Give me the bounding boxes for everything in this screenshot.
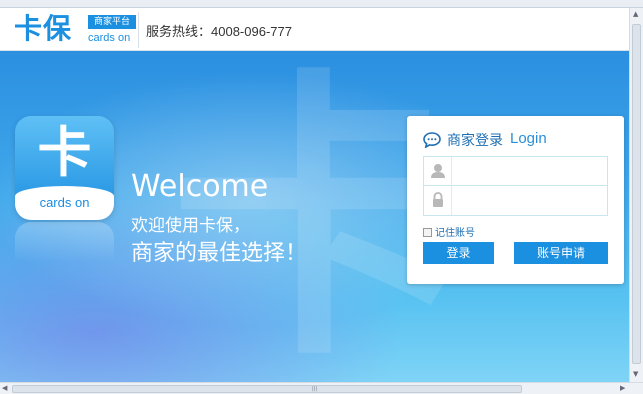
scroll-up-arrow-icon[interactable]: ▲ [633,10,638,18]
slogan-line1: 欢迎使用卡保， [131,216,250,236]
scroll-grip-icon: ||| [312,386,318,392]
browser-viewport: 卡保 商家平台 cards on 服务热线：4008-096-777 卡 卡 c… [0,0,643,394]
slogan-line2: 商家的最佳选择！ [131,241,308,266]
user-icon [424,157,452,186]
hero-banner: 卡 卡 cards on Welcome 欢迎使用卡保， 商家的最佳选择！ 商家… [0,51,629,382]
scroll-right-arrow-icon[interactable]: ▶ [620,384,625,392]
username-row [424,157,607,186]
username-input[interactable] [454,160,604,182]
chat-bubble-icon [423,132,441,148]
app-icon-char: 卡 [37,121,92,184]
site-header: 卡保 商家平台 cards on 服务热线：4008-096-777 [0,8,629,51]
logo-sub-text: cards on [88,32,131,44]
site-logo[interactable]: 卡保 商家平台 cards on [14,12,136,48]
header-divider [138,12,139,48]
horizontal-scroll-thumb[interactable] [12,385,522,393]
remember-account[interactable]: 记住账号 [423,224,475,239]
password-row [424,186,607,215]
password-input[interactable] [454,189,604,211]
app-icon: 卡 cards on [15,116,114,220]
login-button[interactable]: 登录 [423,242,494,264]
welcome-heading: Welcome [131,169,269,204]
horizontal-scrollbar[interactable]: ◀ ||| ▶ [0,382,643,394]
logo-main-text: 卡保 [14,12,73,45]
vertical-scroll-thumb[interactable] [632,24,641,364]
remember-label: 记住账号 [435,228,475,239]
vertical-scrollbar[interactable]: ▲ ▼ [629,8,643,382]
app-icon-reflection [15,222,114,262]
lock-icon [424,186,452,215]
login-title-en: Login [510,130,547,147]
remember-checkbox[interactable] [423,228,432,237]
apply-account-button[interactable]: 账号申请 [514,242,608,264]
app-icon-text: cards on [39,195,90,210]
scroll-down-arrow-icon[interactable]: ▼ [633,370,638,378]
service-hotline: 服务热线：4008-096-777 [146,24,292,39]
login-panel: 商家登录 Login 记住账号 登录 账号申请 [407,116,624,284]
logo-badge: 商家平台 [88,15,136,29]
scroll-left-arrow-icon[interactable]: ◀ [2,384,7,392]
login-title: 商家登录 [447,133,503,149]
credential-fields [423,156,608,216]
window-top-edge [0,0,643,8]
